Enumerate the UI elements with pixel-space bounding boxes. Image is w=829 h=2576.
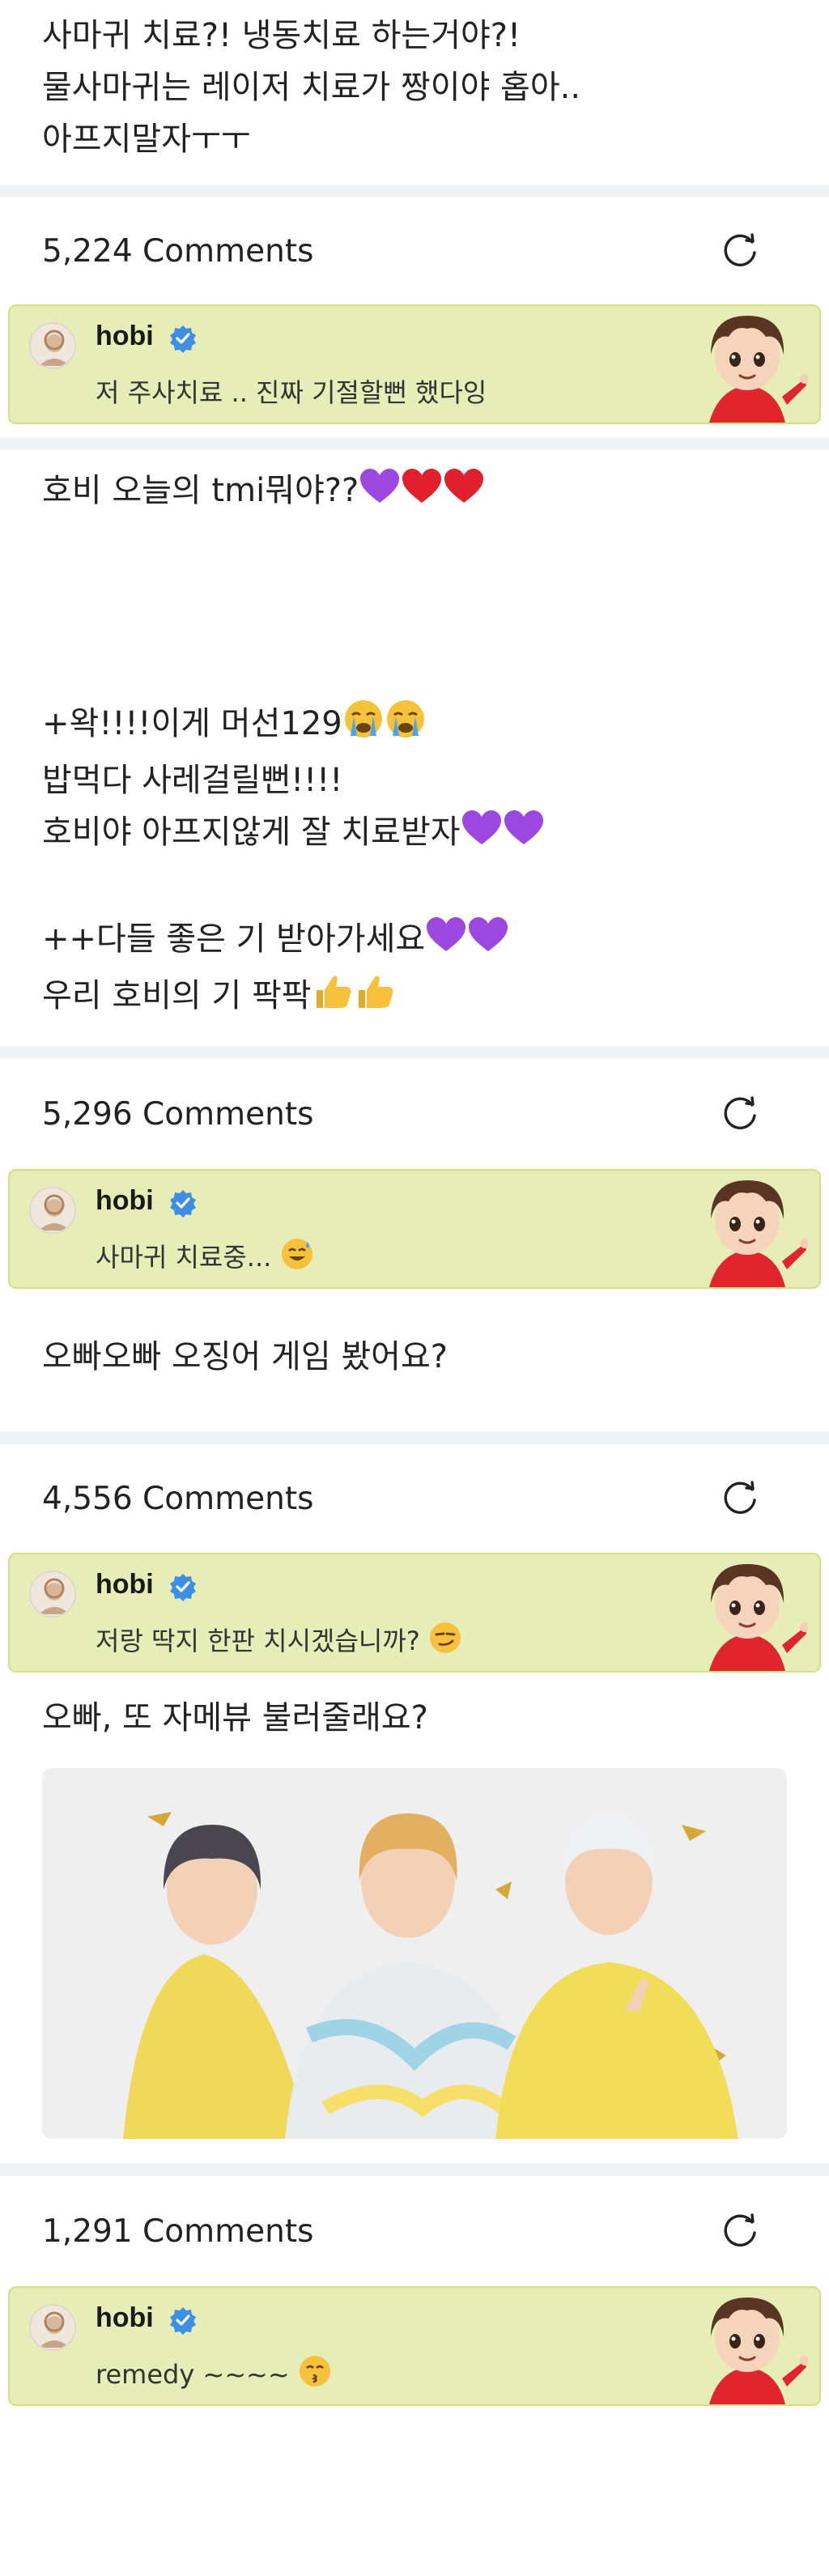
sweat-smile-icon xyxy=(280,1237,314,1277)
refresh-icon[interactable] xyxy=(717,1091,763,1137)
reply-text: remedy ~~~~ xyxy=(96,2359,290,2390)
post-2-line-3: 밥먹다 사레걸릴뻔!!!! xyxy=(42,762,343,799)
crying-face-icon xyxy=(342,699,385,755)
comments-count[interactable]: 5,224 Comments xyxy=(42,233,313,270)
avatar[interactable] xyxy=(29,1187,76,1234)
comments-count[interactable]: 4,556 Comments xyxy=(42,1481,313,1517)
purple-heart-icon xyxy=(359,467,401,521)
divider xyxy=(0,1046,829,1059)
purple-heart-icon xyxy=(461,809,503,863)
smirk-icon xyxy=(428,1621,462,1661)
post-3-text: 오빠오빠 오징어 게임 봤어요? xyxy=(42,1338,448,1375)
comments-header: 1,291 Comments xyxy=(0,2176,829,2286)
avatar[interactable] xyxy=(29,1571,76,1617)
sticker xyxy=(687,301,810,423)
verified-icon xyxy=(168,2306,198,2335)
purple-heart-icon xyxy=(467,916,509,970)
red-heart-icon xyxy=(443,467,485,521)
purple-heart-icon xyxy=(503,809,545,863)
comments-count[interactable]: 5,296 Comments xyxy=(42,1096,313,1133)
post-2-line-5: ++다들 좋은 기 받아가세요 xyxy=(0,913,829,970)
post-3: 오빠오빠 오징어 게임 봤어요? xyxy=(0,1289,829,1431)
reply-text-wrap: 사마귀 치료중... xyxy=(96,1237,314,1277)
post-2-line-2-text: +왁!!!!이게 머선129 xyxy=(42,705,342,742)
artist-reply[interactable]: hobi 저 주사치료 .. 진짜 기절할뻔 했다잉 xyxy=(8,304,821,424)
post-2-line-2: +왁!!!!이게 머선129 xyxy=(0,698,829,755)
comments-header: 5,224 Comments xyxy=(0,198,829,304)
kissing-face-icon xyxy=(298,2354,332,2395)
refresh-icon[interactable] xyxy=(717,228,763,274)
red-heart-icon xyxy=(401,467,443,521)
comments-header: 4,556 Comments xyxy=(0,1444,829,1553)
post-2: 호비 오늘의 tmi뭐야?? +왁!!!!이게 머선129 밥먹다 사레걸릴뻔!… xyxy=(0,450,829,1046)
comments-count[interactable]: 1,291 Comments xyxy=(42,2213,313,2250)
artist-reply[interactable]: hobi remedy ~~~~ xyxy=(8,2286,821,2406)
comments-header: 5,296 Comments xyxy=(0,1059,829,1169)
artist-reply[interactable]: hobi 사마귀 치료중... xyxy=(8,1169,821,1289)
sticker xyxy=(687,1166,810,1287)
thumbs-up-icon xyxy=(312,971,354,1027)
post-2-line-4: 호비야 아프지않게 잘 치료받자 xyxy=(0,806,829,863)
reply-text: 저 주사치료 .. 진짜 기절할뻔 했다잉 xyxy=(96,377,487,408)
post-1: 사마귀 치료?! 냉동치료 하는거야?! 물사마귀는 레이저 치료가 짱이야 홉… xyxy=(0,0,829,185)
post-1-line-3: 아프지말자ㅜㅜ xyxy=(42,121,251,158)
reply-text-wrap: 저랑 딱지 한판 치시겠습니까? xyxy=(96,1621,462,1661)
verified-icon xyxy=(168,1188,198,1218)
reply-text: 저랑 딱지 한판 치시겠습니까? xyxy=(96,1626,420,1656)
post-2-line-5-text: ++다들 좋은 기 받아가세요 xyxy=(42,920,426,958)
divider xyxy=(0,2163,829,2176)
post-4: 오빠, 또 자메뷰 불러줄래요? xyxy=(0,1673,829,2163)
avatar[interactable] xyxy=(29,322,76,369)
post-2-line-4-text: 호비야 아프지않게 잘 치료받자 xyxy=(42,814,461,851)
reply-author-name[interactable]: hobi xyxy=(96,321,154,352)
refresh-icon[interactable] xyxy=(717,2208,763,2254)
divider xyxy=(0,1431,829,1444)
thumbs-up-icon xyxy=(354,971,396,1027)
sticker xyxy=(687,1549,810,1671)
reply-author-name[interactable]: hobi xyxy=(96,1185,154,1217)
refresh-icon[interactable] xyxy=(717,1476,763,1521)
post-2-line-6: 우리 호비의 기 팍팍 xyxy=(0,970,829,1027)
reply-author-name[interactable]: hobi xyxy=(96,1569,154,1600)
post-photo[interactable] xyxy=(42,1768,787,2139)
sticker xyxy=(687,2283,810,2404)
divider xyxy=(0,437,829,450)
post-1-line-1: 사마귀 치료?! 냉동치료 하는거야?! xyxy=(42,17,521,54)
divider xyxy=(0,185,829,198)
artist-reply[interactable]: hobi 저랑 딱지 한판 치시겠습니까? xyxy=(8,1553,821,1673)
reply-author-name[interactable]: hobi xyxy=(96,2302,154,2334)
reply-text-wrap: remedy ~~~~ xyxy=(96,2354,332,2395)
post-2-line-6-text: 우리 호비의 기 팍팍 xyxy=(42,977,312,1014)
post-4-text: 오빠, 또 자메뷰 불러줄래요? xyxy=(42,1699,428,1736)
verified-icon xyxy=(168,1572,198,1601)
purple-heart-icon xyxy=(425,916,467,970)
reply-text: 사마귀 치료중... xyxy=(96,1242,272,1273)
post-2-line-1: 호비 오늘의 tmi뭐야?? xyxy=(0,465,829,521)
verified-icon xyxy=(168,324,198,353)
avatar[interactable] xyxy=(29,2304,76,2351)
crying-face-icon xyxy=(385,699,427,755)
post-1-line-2: 물사마귀는 레이저 치료가 짱이야 홉아.. xyxy=(42,69,581,106)
post-2-line-1-text: 호비 오늘의 tmi뭐야?? xyxy=(42,472,359,509)
